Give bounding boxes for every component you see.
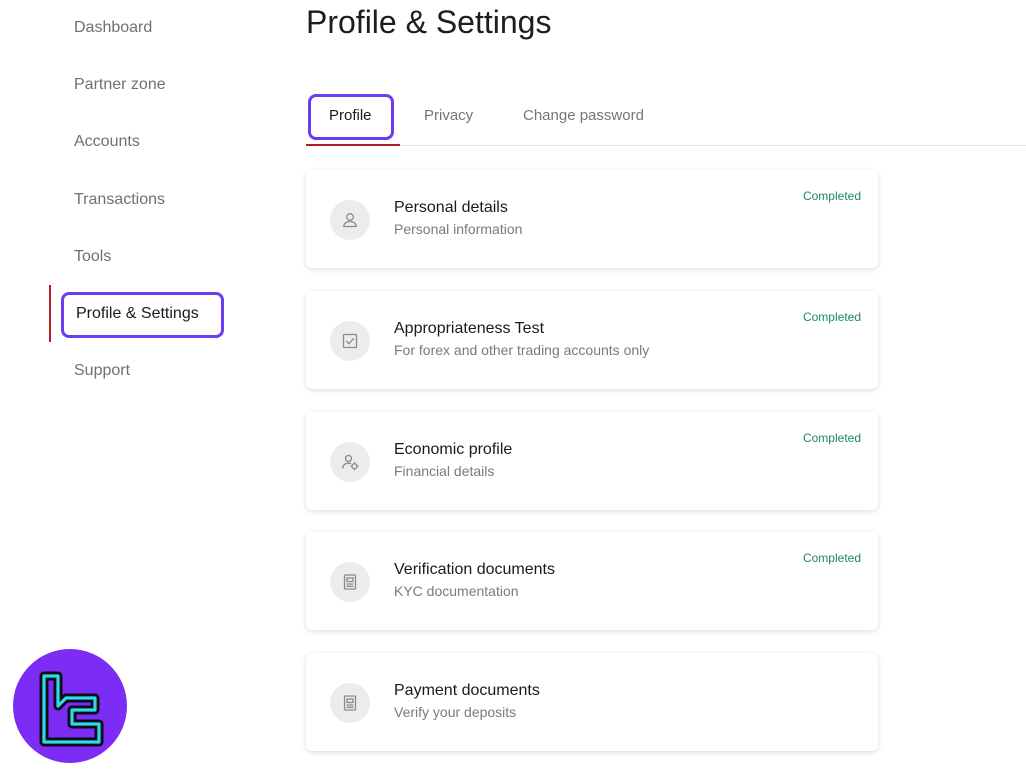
tab-privacy[interactable]: Privacy	[424, 107, 473, 125]
card-subtitle: For forex and other trading accounts onl…	[394, 342, 650, 358]
card-economic-profile[interactable]: Economic profile Financial details Compl…	[306, 412, 878, 510]
card-verification-documents[interactable]: Verification documents KYC documentation…	[306, 532, 878, 630]
card-title: Appropriateness Test	[394, 320, 545, 337]
sidebar-item-partner-zone[interactable]: Partner zone	[74, 75, 166, 95]
card-appropriateness-test[interactable]: Appropriateness Test For forex and other…	[306, 291, 878, 389]
sidebar-item-dashboard[interactable]: Dashboard	[74, 18, 152, 38]
card-subtitle: Financial details	[394, 463, 495, 479]
document-icon	[330, 562, 370, 602]
card-subtitle: KYC documentation	[394, 583, 519, 599]
card-title: Economic profile	[394, 441, 513, 458]
sidebar-item-support[interactable]: Support	[74, 361, 130, 381]
brand-logo-icon	[13, 649, 127, 763]
tab-change-password[interactable]: Change password	[523, 107, 644, 125]
card-personal-details[interactable]: Personal details Personal information Co…	[306, 170, 878, 268]
status-badge: Completed	[802, 189, 861, 203]
card-title: Personal details	[394, 199, 508, 216]
sidebar-item-tools[interactable]: Tools	[74, 247, 111, 267]
status-badge: Completed	[802, 551, 861, 565]
sidebar-item-accounts[interactable]: Accounts	[74, 132, 140, 152]
status-badge: Completed	[802, 431, 861, 445]
user-settings-icon	[330, 442, 370, 482]
card-payment-documents[interactable]: Payment documents Verify your deposits	[306, 653, 878, 751]
sidebar-item-profile-settings[interactable]: Profile & Settings	[76, 304, 199, 324]
sidebar-active-indicator	[49, 285, 51, 342]
document-icon	[330, 683, 370, 723]
card-title: Verification documents	[394, 561, 555, 578]
card-subtitle: Verify your deposits	[394, 704, 517, 720]
card-subtitle: Personal information	[394, 221, 523, 237]
user-icon	[330, 200, 370, 240]
page-title: Profile & Settings	[306, 4, 552, 40]
sidebar-item-transactions[interactable]: Transactions	[74, 190, 165, 210]
status-badge: Completed	[802, 310, 861, 324]
tab-bar-divider	[306, 145, 1026, 146]
tab-profile[interactable]: Profile	[329, 107, 372, 125]
checkbox-icon	[330, 321, 370, 361]
tab-active-underline	[306, 144, 400, 146]
card-title: Payment documents	[394, 682, 540, 699]
